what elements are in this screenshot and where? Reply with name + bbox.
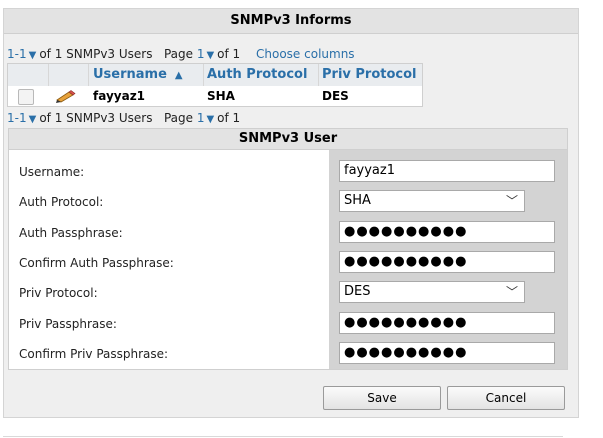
- priv-protocol-label: Priv Protocol:: [19, 286, 98, 300]
- cell-auth-protocol: SHA: [207, 89, 235, 103]
- row-checkbox[interactable]: [18, 89, 34, 105]
- pager-top: 1-1 ▼ of 1 SNMPv3 Users Page 1 ▼ of 1 Choose…: [7, 47, 355, 61]
- priv-passphrase-input[interactable]: ●●●●●●●●●●: [339, 312, 555, 334]
- panel-title: SNMPv3 Informs: [4, 9, 578, 34]
- confirm-priv-passphrase-input[interactable]: ●●●●●●●●●●: [339, 342, 555, 364]
- chevron-down-icon[interactable]: ﹀: [506, 282, 518, 302]
- page-number[interactable]: 1: [197, 111, 205, 125]
- snmpv3-user-form: SNMPv3 User Username: fayyaz1 Auth Proto…: [8, 128, 568, 370]
- auth-protocol-select[interactable]: SHA ﹀: [339, 190, 525, 212]
- column-header-priv-protocol[interactable]: Priv Protocol: [322, 64, 417, 86]
- cell-priv-protocol: DES: [322, 89, 349, 103]
- divider: [3, 436, 563, 437]
- choose-columns-link[interactable]: Choose columns: [256, 47, 355, 61]
- snmpv3-informs-panel: SNMPv3 Informs 1-1 ▼ of 1 SNMPv3 Users Pag…: [3, 8, 579, 418]
- page-of-text: of 1: [217, 47, 241, 61]
- edit-pencil-icon[interactable]: [55, 89, 77, 103]
- users-table: Username ▲ Auth Protocol Priv Protocol fa…: [7, 63, 423, 107]
- pager-count-text: of 1 SNMPv3 Users: [39, 111, 153, 125]
- username-input[interactable]: fayyaz1: [339, 160, 555, 182]
- confirm-auth-passphrase-label: Confirm Auth Passphrase:: [19, 256, 174, 270]
- column-header-auth-protocol[interactable]: Auth Protocol: [207, 64, 307, 86]
- cell-username: fayyaz1: [93, 89, 146, 103]
- pager-range[interactable]: 1-1: [7, 47, 27, 61]
- column-header-username[interactable]: Username ▲: [93, 64, 183, 86]
- cancel-button[interactable]: Cancel: [447, 386, 565, 410]
- save-button[interactable]: Save: [323, 386, 441, 410]
- priv-protocol-value: DES: [344, 284, 371, 299]
- auth-protocol-label: Auth Protocol:: [19, 195, 104, 209]
- sort-ascending-icon[interactable]: ▲: [175, 65, 183, 87]
- priv-protocol-select[interactable]: DES ﹀: [339, 281, 525, 303]
- priv-passphrase-label: Priv Passphrase:: [19, 317, 117, 331]
- auth-passphrase-label: Auth Passphrase:: [19, 226, 123, 240]
- form-title: SNMPv3 User: [9, 129, 567, 150]
- username-label: Username:: [19, 165, 85, 179]
- chevron-down-icon[interactable]: ﹀: [506, 191, 518, 211]
- range-dropdown-icon[interactable]: ▼: [29, 50, 37, 61]
- page-label: Page: [163, 47, 193, 61]
- page-dropdown-icon[interactable]: ▼: [206, 114, 214, 125]
- confirm-priv-passphrase-label: Confirm Priv Passphrase:: [19, 347, 169, 361]
- page-dropdown-icon[interactable]: ▼: [206, 50, 214, 61]
- page-number[interactable]: 1: [197, 47, 205, 61]
- pager-range[interactable]: 1-1: [7, 111, 27, 125]
- pager-bottom: 1-1 ▼ of 1 SNMPv3 Users Page 1 ▼ of 1: [7, 111, 240, 125]
- range-dropdown-icon[interactable]: ▼: [29, 114, 37, 125]
- page-label: Page: [163, 111, 193, 125]
- page-of-text: of 1: [217, 111, 241, 125]
- confirm-auth-passphrase-input[interactable]: ●●●●●●●●●●: [339, 251, 555, 273]
- auth-passphrase-input[interactable]: ●●●●●●●●●●: [339, 221, 555, 243]
- auth-protocol-value: SHA: [344, 193, 371, 208]
- pager-count-text: of 1 SNMPv3 Users: [39, 47, 153, 61]
